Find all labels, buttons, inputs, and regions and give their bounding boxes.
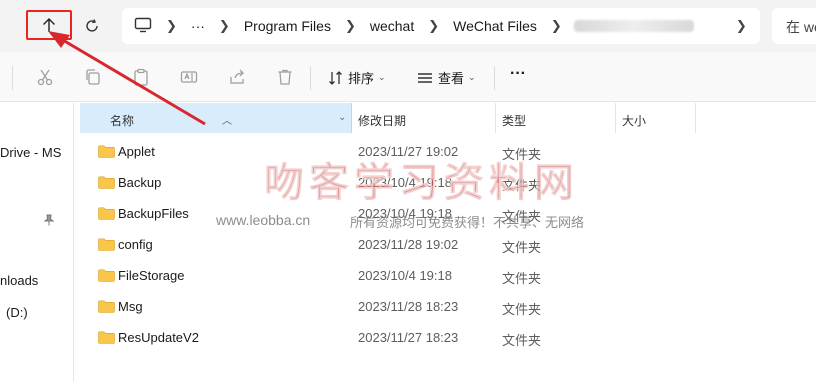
file-list: ︿ 名称 ⌄ 修改日期 类型 大小 Applet 2023/11/27 19:02… (80, 103, 816, 382)
chevron-right-icon: ❯ (166, 18, 177, 33)
column-header-type[interactable]: 类型 (496, 103, 616, 133)
address-bar-row: ❯ ··· ❯ Program Files ❯ wechat ❯ WeChat … (0, 0, 816, 52)
list-view-icon (418, 72, 432, 83)
file-row[interactable]: Msg 2023/11/28 18:23 文件夹 (80, 291, 816, 322)
file-name: config (118, 237, 153, 252)
chevron-down-icon[interactable]: ⌄ (338, 112, 346, 123)
view-label: 查看 (438, 71, 465, 86)
search-input[interactable]: 在 wechat (772, 8, 816, 44)
file-name: Applet (118, 144, 155, 159)
divider (310, 66, 311, 90)
command-bar: 排序 ⌄ 查看 ⌄ ··· (0, 52, 816, 102)
file-name: Msg (118, 299, 143, 314)
folder-icon (98, 269, 115, 282)
navigation-pane: Drive - MS nloads (D:) (0, 103, 74, 382)
file-type: 文件夹 (502, 333, 542, 348)
share-button[interactable] (226, 66, 248, 88)
chevron-right-icon: ❯ (428, 18, 440, 33)
nav-item-downloads[interactable]: nloads (0, 273, 38, 288)
chevron-right-icon: ❯ (344, 18, 356, 33)
trash-icon (278, 69, 292, 85)
file-type: 文件夹 (502, 302, 542, 317)
column-header-size[interactable]: 大小 (616, 103, 696, 133)
breadcrumb-wechat[interactable]: wechat (364, 18, 420, 34)
delete-button[interactable] (274, 66, 296, 88)
file-modified: 2023/11/28 19:02 (358, 237, 459, 252)
column-name-label: 名称 (110, 114, 135, 128)
rename-icon (180, 71, 198, 83)
folder-icon (98, 331, 115, 344)
watermark-title: 吻客学习资料网 (264, 159, 579, 207)
refresh-icon (86, 19, 98, 32)
file-type: 文件夹 (502, 271, 542, 286)
chevron-right-icon: ❯ (550, 18, 562, 33)
view-button[interactable]: 查看 ⌄ (416, 68, 476, 87)
chevron-right-icon: ❯ (735, 18, 747, 33)
breadcrumb-overflow[interactable]: ··· (185, 18, 211, 34)
folder-icon (98, 145, 115, 158)
column-header-row: ︿ 名称 ⌄ 修改日期 类型 大小 (80, 103, 816, 133)
file-row[interactable]: ResUpdateV2 2023/11/27 18:23 文件夹 (80, 322, 816, 353)
pin-icon (43, 213, 55, 231)
chevron-down-icon: ⌄ (468, 72, 476, 82)
sort-ascending-icon: ︿ (222, 116, 232, 127)
paste-button[interactable] (130, 66, 152, 88)
folder-icon (98, 207, 115, 220)
scissors-icon (37, 69, 53, 86)
file-name: BackupFiles (118, 206, 189, 221)
breadcrumb-program-files[interactable]: Program Files (238, 18, 337, 34)
file-modified: 2023/10/4 19:18 (358, 268, 452, 283)
chevron-right-icon: ❯ (218, 18, 230, 33)
up-button[interactable] (26, 10, 72, 40)
chevron-down-icon: ⌄ (378, 72, 386, 82)
this-pc-icon (134, 17, 152, 36)
breadcrumb-wechat-files[interactable]: WeChat Files (447, 18, 543, 34)
file-name: Backup (118, 175, 162, 190)
divider (12, 66, 13, 90)
share-icon (230, 69, 244, 84)
arrow-up-icon (43, 18, 55, 32)
nav-item-onedrive[interactable]: Drive - MS (0, 145, 61, 160)
file-modified: 2023/11/28 18:23 (358, 299, 459, 314)
watermark-note: 所有资源均可免费获得！不共享、无网络 (350, 215, 585, 230)
copy-button[interactable] (82, 66, 104, 88)
file-explorer-window: ❯ ··· ❯ Program Files ❯ wechat ❯ WeChat … (0, 0, 816, 382)
more-options-button[interactable]: ··· (510, 65, 526, 83)
breadcrumb-redacted[interactable] (573, 20, 694, 32)
folder-icon (98, 300, 115, 313)
column-size-label: 大小 (622, 114, 647, 128)
file-name: FileStorage (118, 268, 185, 283)
sort-icon (329, 70, 342, 85)
copy-icon (86, 69, 100, 85)
file-row[interactable]: config 2023/11/28 19:02 文件夹 (80, 229, 816, 260)
rename-button[interactable] (178, 66, 200, 88)
breadcrumb[interactable]: ❯ ··· ❯ Program Files ❯ wechat ❯ WeChat … (122, 8, 760, 44)
sort-button[interactable]: 排序 ⌄ (328, 68, 386, 87)
cut-button[interactable] (34, 66, 56, 88)
divider (494, 66, 495, 90)
folder-icon (98, 238, 115, 251)
file-type: 文件夹 (502, 240, 542, 255)
column-header-modified[interactable]: 修改日期 (352, 103, 496, 133)
file-name: ResUpdateV2 (118, 330, 199, 345)
sort-label: 排序 (348, 71, 375, 86)
nav-item-drive-d[interactable]: (D:) (6, 305, 28, 320)
file-row[interactable]: FileStorage 2023/10/4 19:18 文件夹 (80, 260, 816, 291)
refresh-button[interactable] (75, 10, 109, 42)
watermark-url: www.leobba.cn (216, 212, 311, 228)
file-modified: 2023/11/27 18:23 (358, 330, 459, 345)
column-header-name[interactable]: ︿ 名称 ⌄ (80, 103, 352, 133)
clipboard-icon (134, 68, 148, 86)
column-type-label: 类型 (502, 114, 527, 128)
folder-icon (98, 176, 115, 189)
column-modified-label: 修改日期 (358, 114, 407, 128)
